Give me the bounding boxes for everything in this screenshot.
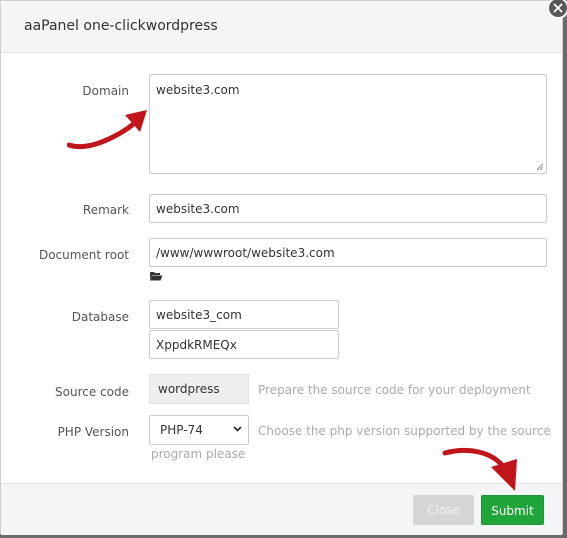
folder-open-icon[interactable] [149, 270, 163, 281]
wordpress-dialog: aaPanel one-clickwordpress Domain websit… [0, 0, 563, 535]
red-arrow-annotation-icon [67, 110, 147, 150]
database-name-value: website3_com [156, 308, 242, 322]
source-code-value: wordpress [158, 382, 220, 396]
php-version-value: PHP-74 [160, 423, 203, 437]
chevron-down-icon [233, 426, 242, 432]
domain-value: website3.com [156, 83, 240, 97]
submit-button[interactable]: Submit [481, 495, 544, 525]
php-version-hint-line2: program please [151, 447, 246, 461]
resize-grip-icon[interactable] [536, 163, 544, 171]
close-button[interactable]: Close [413, 495, 474, 525]
remark-label: Remark [82, 203, 129, 217]
php-version-select[interactable]: PHP-74 [149, 415, 249, 445]
remark-value: website3.com [156, 202, 240, 216]
domain-textarea[interactable]: website3.com [149, 74, 547, 174]
database-name-input[interactable]: website3_com [149, 300, 339, 329]
dialog-footer [1, 483, 562, 535]
document-root-label: Document root [38, 248, 129, 262]
document-root-value: /www/wwwroot/website3.com [156, 246, 335, 260]
remark-input[interactable]: website3.com [149, 194, 547, 223]
dialog-title: aaPanel one-clickwordpress [24, 18, 218, 34]
domain-label: Domain [82, 84, 129, 98]
source-code-hint: Prepare the source code for your deploym… [258, 383, 531, 397]
close-icon[interactable] [547, 0, 567, 19]
php-version-label: PHP Version [57, 425, 129, 439]
database-password-input[interactable]: XppdkRMEQx [149, 330, 339, 359]
document-root-input[interactable]: /www/wwwroot/website3.com [149, 238, 547, 267]
source-code-label: Source code [55, 385, 129, 399]
database-password-value: XppdkRMEQx [156, 338, 237, 352]
php-version-hint-line1: Choose the php version supported by the … [258, 424, 551, 438]
database-label: Database [71, 310, 129, 324]
dialog-header: aaPanel one-clickwordpress [1, 1, 562, 53]
source-code-field: wordpress [149, 374, 249, 404]
